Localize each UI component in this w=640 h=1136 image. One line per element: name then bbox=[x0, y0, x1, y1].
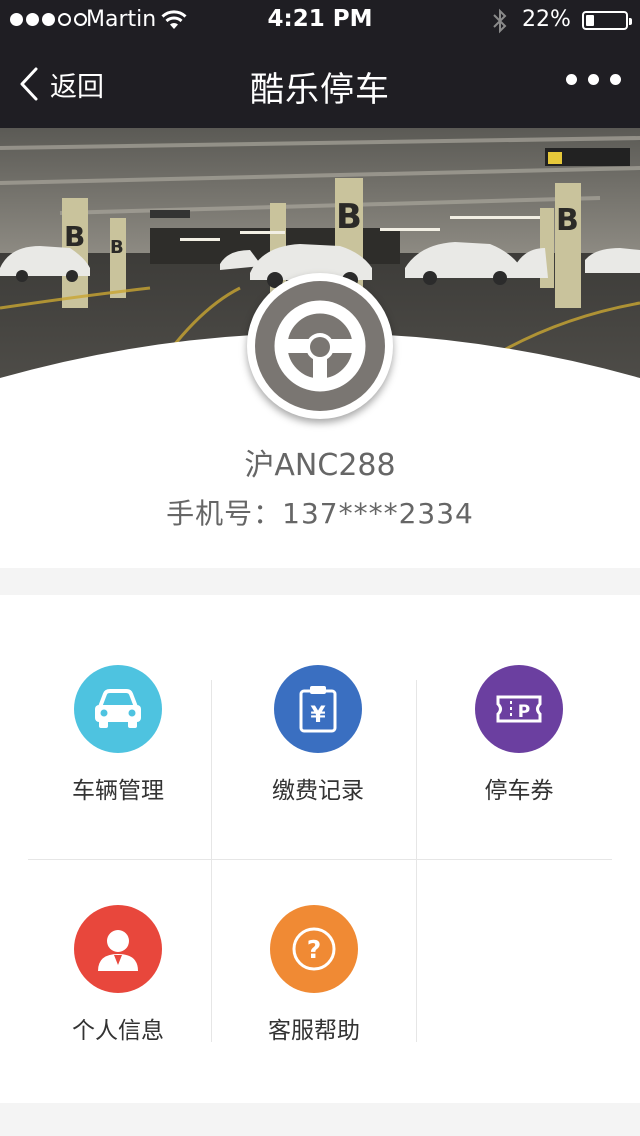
menu-item-personal-info[interactable]: 个人信息 bbox=[18, 905, 218, 1075]
question-icon: ? bbox=[270, 905, 358, 993]
profile-header: B B B B 沪ANC288 手机号：137****2334 bbox=[0, 128, 640, 568]
phone-number: 手机号：137****2334 bbox=[166, 497, 474, 530]
svg-text:¥: ¥ bbox=[310, 703, 326, 728]
more-options-icon[interactable] bbox=[566, 74, 621, 85]
menu-item-parking-coupon[interactable]: P 停车券 bbox=[419, 665, 619, 835]
page-title: 酷乐停车 bbox=[250, 70, 390, 110]
svg-text:B: B bbox=[556, 203, 579, 238]
battery-percent: 22% bbox=[522, 7, 571, 32]
grid-divider bbox=[28, 859, 612, 860]
car-icon bbox=[74, 665, 162, 753]
menu-item-label: 个人信息 bbox=[72, 1018, 164, 1044]
menu-item-label: 车辆管理 bbox=[72, 778, 164, 804]
svg-text:?: ? bbox=[307, 935, 322, 964]
person-icon bbox=[74, 905, 162, 993]
payment-clipboard-icon: ¥ bbox=[274, 665, 362, 753]
top-bar: Martin 4:21 PM 22% 返回 酷乐停车 bbox=[0, 0, 640, 128]
battery-icon bbox=[582, 11, 632, 30]
license-plate: 沪ANC288 bbox=[244, 448, 396, 483]
page-footer-gap bbox=[0, 1103, 640, 1136]
svg-text:P: P bbox=[518, 702, 530, 722]
battery-fill bbox=[586, 15, 594, 26]
menu-item-label: 缴费记录 bbox=[272, 778, 364, 804]
avatar[interactable] bbox=[247, 273, 393, 419]
menu-item-label: 客服帮助 bbox=[268, 1018, 360, 1044]
menu-item-customer-help[interactable]: ? 客服帮助 bbox=[214, 905, 414, 1075]
parking-ticket-icon: P bbox=[475, 665, 563, 753]
steering-wheel-icon bbox=[274, 300, 366, 392]
svg-text:B: B bbox=[110, 237, 124, 258]
menu-grid: 车辆管理 ¥ 缴费记录 P 停车券 个人信息 ? 客服帮助 bbox=[0, 595, 640, 1103]
menu-item-payment-records[interactable]: ¥ 缴费记录 bbox=[218, 665, 418, 835]
svg-text:B: B bbox=[336, 197, 362, 237]
bluetooth-icon bbox=[490, 8, 510, 38]
status-bar: Martin 4:21 PM 22% bbox=[0, 0, 640, 40]
menu-item-vehicle-management[interactable]: 车辆管理 bbox=[18, 665, 218, 835]
menu-item-label: 停车券 bbox=[484, 778, 554, 804]
